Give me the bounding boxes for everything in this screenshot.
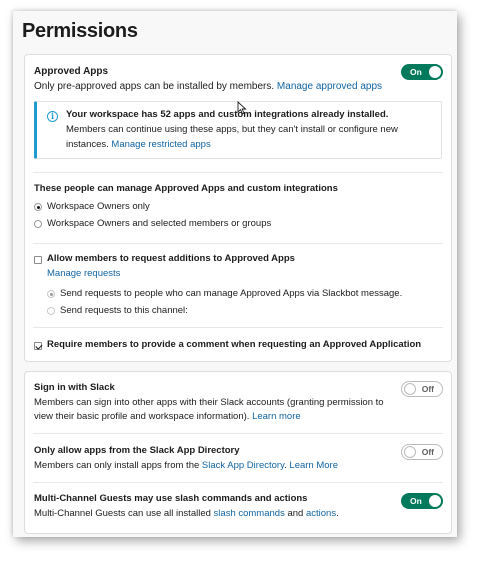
divider (33, 172, 443, 173)
divider (33, 433, 443, 434)
manage-approved-apps-link[interactable]: Manage approved apps (277, 81, 382, 92)
divider (33, 482, 443, 483)
guests-description: Multi-Channel Guests can use all install… (34, 507, 339, 521)
info-body-text: instances. (66, 139, 109, 150)
radio-owners-only[interactable] (34, 203, 42, 211)
slash-commands-link[interactable]: slash commands (214, 508, 285, 519)
sign-in-title: Sign in with Slack (34, 382, 115, 393)
directory-only-sep: . (284, 460, 287, 471)
toggle-knob (429, 495, 441, 507)
radio-owners-and-members-label: Workspace Owners and selected members or… (47, 218, 272, 229)
actions-link[interactable]: actions (306, 508, 336, 519)
approved-apps-toggle[interactable]: On (401, 64, 443, 80)
sign-in-line1: Members can sign into other apps with th… (34, 397, 384, 408)
divider (33, 327, 443, 328)
info-headline: Your workspace has 52 apps and custom in… (66, 109, 389, 120)
page-title: Permissions (22, 20, 138, 42)
radio-owners-and-members[interactable] (34, 220, 42, 228)
toggle-knob (429, 66, 441, 78)
info-icon: i (47, 111, 58, 122)
allow-requests-label: Allow members to request additions to Ap… (47, 253, 295, 264)
info-body-line1: Members can continue using these apps, b… (66, 124, 398, 135)
guests-and: and (287, 508, 304, 519)
settings-window: Permissions Approved Apps Only pre-appro… (13, 11, 457, 537)
divider (33, 243, 443, 244)
toggle-label: On (410, 496, 422, 506)
directory-only-text: Members can only install apps from the (34, 460, 200, 471)
require-comment-label: Require members to provide a comment whe… (47, 339, 422, 350)
directory-only-title: Only allow apps from the Slack App Direc… (34, 445, 240, 456)
slack-app-directory-link[interactable]: Slack App Directory (202, 460, 284, 471)
toggle-knob (404, 446, 416, 458)
directory-only-description: Members can only install apps from the S… (34, 459, 338, 473)
info-body-line2: instances. Manage restricted apps (66, 138, 211, 152)
manage-requests-link[interactable]: Manage requests (47, 267, 120, 281)
radio-channel-requests[interactable] (47, 307, 55, 315)
app-settings-card: Sign in with Slack Members can sign into… (24, 371, 452, 534)
approved-apps-title: Approved Apps (34, 66, 109, 77)
guests-title: Multi-Channel Guests may use slash comma… (34, 493, 308, 504)
toggle-label: Off (421, 447, 434, 457)
require-comment-checkbox[interactable] (34, 342, 42, 350)
guests-toggle[interactable]: On (401, 493, 443, 509)
directory-only-toggle[interactable]: Off (401, 444, 443, 460)
sign-in-line2-text: view their basic profile and workspace i… (34, 411, 250, 422)
guests-text: Multi-Channel Guests can use all install… (34, 508, 211, 519)
guests-suffix: . (336, 508, 339, 519)
toggle-label: Off (421, 384, 434, 394)
manage-restricted-apps-link[interactable]: Manage restricted apps (111, 139, 210, 150)
allow-requests-checkbox[interactable] (34, 256, 42, 264)
directory-learn-more-link[interactable]: Learn More (289, 460, 338, 471)
sign-in-toggle[interactable]: Off (401, 381, 443, 397)
mouse-cursor-icon (237, 101, 247, 115)
sign-in-learn-more-link[interactable]: Learn more (252, 411, 301, 422)
radio-slackbot-requests-label: Send requests to people who can manage A… (60, 288, 403, 299)
approved-apps-description: Only pre-approved apps can be installed … (34, 80, 382, 93)
managers-heading: These people can manage Approved Apps an… (34, 183, 338, 194)
approved-apps-text: Only pre-approved apps can be installed … (34, 81, 275, 92)
toggle-label: On (410, 67, 422, 77)
radio-slackbot-requests[interactable] (47, 290, 55, 298)
radio-channel-requests-label: Send requests to this channel: (60, 305, 188, 316)
sign-in-line2: view their basic profile and workspace i… (34, 410, 301, 424)
radio-owners-only-label: Workspace Owners only (47, 201, 150, 212)
toggle-knob (404, 383, 416, 395)
